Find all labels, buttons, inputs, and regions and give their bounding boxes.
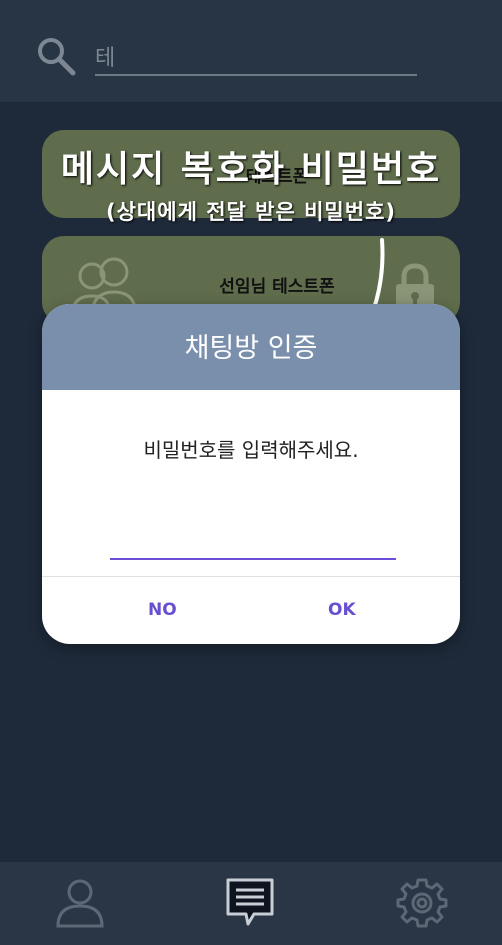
search-bar [0, 0, 502, 102]
chat-icon[interactable] [224, 876, 276, 928]
annotation-title: 메시지 복호화 비밀번호 [60, 149, 442, 190]
search-icon[interactable] [36, 36, 76, 76]
auth-dialog: 채팅방 인증 비밀번호를 입력해주세요. NO OK [42, 304, 460, 644]
no-button[interactable]: NO [148, 600, 177, 620]
annotation-subtitle: (상대에게 전달 받은 비밀번호) [106, 200, 396, 224]
annotation-overlay: 메시지 복호화 비밀번호 (상대에게 전달 받은 비밀번호) [0, 148, 502, 226]
ok-button[interactable]: OK [328, 600, 356, 620]
search-input[interactable] [95, 38, 417, 76]
gear-icon[interactable] [396, 876, 448, 928]
bottom-nav [0, 862, 502, 945]
dialog-message: 비밀번호를 입력해주세요. [143, 438, 359, 462]
password-input[interactable] [110, 526, 396, 560]
dialog-title: 채팅방 인증 [42, 304, 460, 390]
dialog-divider [42, 576, 460, 577]
profile-icon[interactable] [54, 876, 106, 928]
